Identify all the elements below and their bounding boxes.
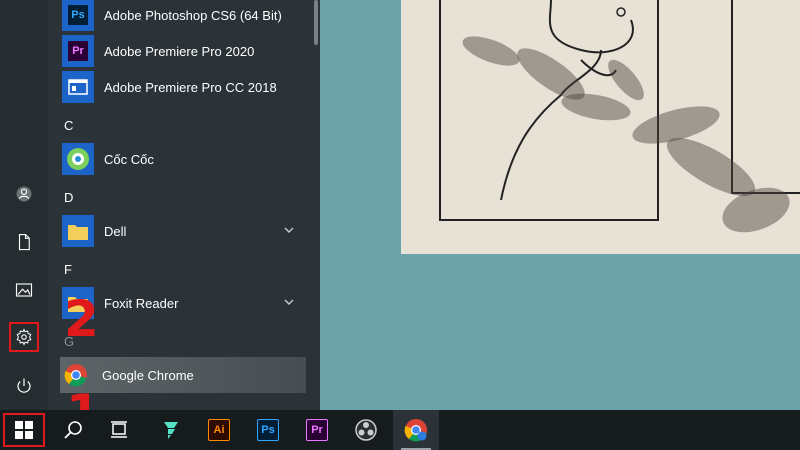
taskbar-premiere[interactable]: Pr bbox=[294, 410, 340, 450]
pictures-button[interactable] bbox=[0, 267, 48, 313]
search-icon bbox=[64, 421, 82, 439]
filmora-icon bbox=[164, 422, 178, 439]
taskbar-chrome-active[interactable] bbox=[393, 410, 439, 450]
user-icon bbox=[16, 186, 32, 202]
taskbar-obs[interactable] bbox=[343, 410, 389, 450]
section-letter-f[interactable]: F bbox=[64, 262, 72, 277]
illustrator-icon: Ai bbox=[208, 419, 230, 441]
pictures-icon bbox=[15, 283, 33, 297]
user-account-button[interactable] bbox=[0, 171, 48, 217]
app-list-scrollbar[interactable] bbox=[314, 0, 318, 45]
chrome-icon bbox=[404, 419, 427, 442]
chevron-down-icon bbox=[284, 227, 294, 233]
search-button[interactable] bbox=[50, 410, 96, 450]
app-label: Adobe Premiere Pro CC 2018 bbox=[104, 79, 277, 95]
window-icon bbox=[62, 71, 94, 103]
app-premiere-cc-2018[interactable]: Adobe Premiere Pro CC 2018 bbox=[62, 69, 306, 105]
app-label: Google Chrome bbox=[102, 367, 194, 383]
app-dell-folder[interactable]: Dell bbox=[62, 213, 306, 249]
windows-logo-icon bbox=[15, 421, 33, 439]
app-coccoc[interactable]: Cốc Cốc bbox=[62, 141, 306, 177]
app-label: Adobe Photoshop CS6 (64 Bit) bbox=[104, 7, 282, 23]
folder-icon bbox=[62, 215, 94, 247]
app-label: Dell bbox=[104, 223, 127, 239]
app-label: Foxit Reader bbox=[104, 295, 179, 311]
premiere-icon: Pr bbox=[62, 35, 94, 67]
task-view-icon bbox=[111, 421, 127, 438]
app-photoshop-cs6[interactable]: Ps Adobe Photoshop CS6 (64 Bit) bbox=[62, 0, 306, 33]
coccoc-icon bbox=[62, 143, 94, 175]
power-button[interactable] bbox=[0, 363, 48, 409]
photoshop-icon: Ps bbox=[257, 419, 279, 441]
obs-icon bbox=[355, 419, 377, 441]
taskbar-photoshop[interactable]: Ps bbox=[245, 410, 291, 450]
app-label: Cốc Cốc bbox=[104, 151, 154, 167]
settings-icon bbox=[16, 328, 32, 346]
step-2-annotation: 2 bbox=[64, 290, 99, 348]
settings-button[interactable] bbox=[9, 322, 39, 352]
start-button[interactable] bbox=[3, 413, 45, 447]
document-icon bbox=[18, 233, 30, 251]
power-icon bbox=[17, 378, 31, 393]
app-list: Ps Adobe Photoshop CS6 (64 Bit) Pr Adobe… bbox=[48, 0, 312, 410]
start-rail bbox=[0, 0, 48, 410]
taskbar: Ai Ps Pr bbox=[0, 410, 800, 450]
taskbar-illustrator[interactable]: Ai bbox=[196, 410, 242, 450]
start-menu: Ps Adobe Photoshop CS6 (64 Bit) Pr Adobe… bbox=[0, 0, 320, 410]
wallpaper-frame-right bbox=[731, 0, 800, 194]
task-view-button[interactable] bbox=[96, 410, 142, 450]
premiere-icon: Pr bbox=[306, 419, 328, 441]
app-label: Adobe Premiere Pro 2020 bbox=[104, 43, 255, 59]
photoshop-icon: Ps bbox=[62, 0, 94, 31]
app-premiere-2020[interactable]: Pr Adobe Premiere Pro 2020 bbox=[62, 33, 306, 69]
desktop-wallpaper bbox=[401, 0, 800, 254]
taskbar-filmora[interactable] bbox=[148, 410, 194, 450]
section-letter-c[interactable]: C bbox=[64, 118, 73, 133]
chevron-down-icon bbox=[284, 299, 294, 305]
documents-button[interactable] bbox=[0, 219, 48, 265]
section-letter-d[interactable]: D bbox=[64, 190, 73, 205]
